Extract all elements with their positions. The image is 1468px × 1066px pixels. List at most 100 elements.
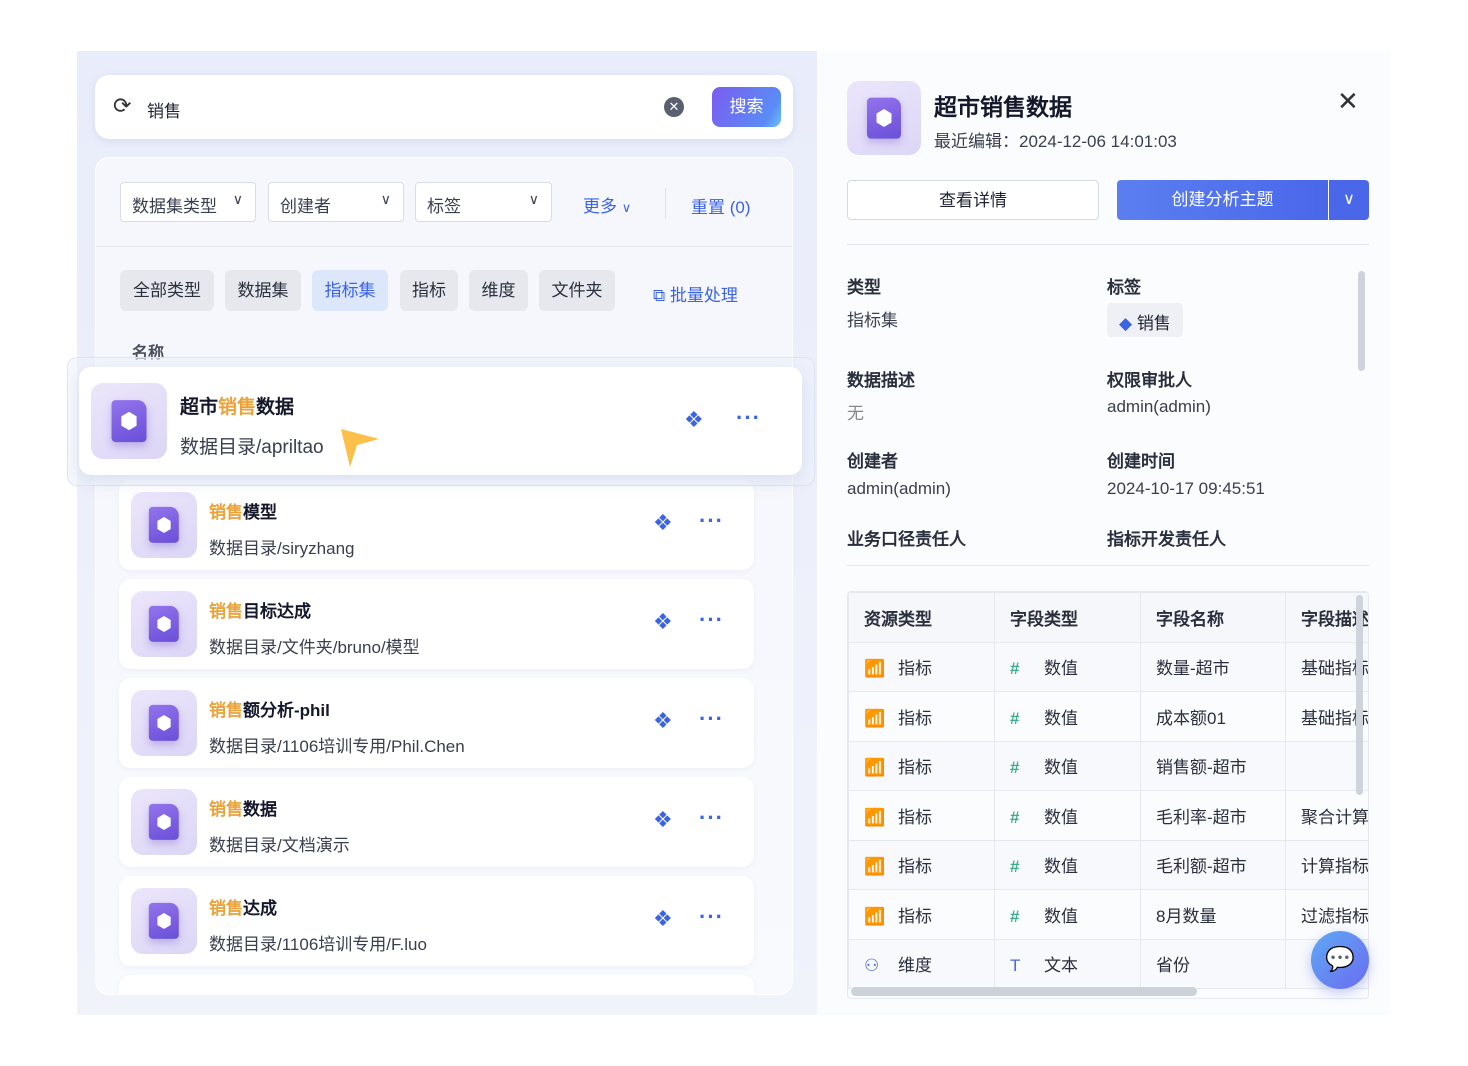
divider	[665, 188, 666, 218]
approver-label: 权限审批人	[1107, 371, 1192, 390]
table-row[interactable]: 📶 指标 # 数值 销售额-超市	[848, 740, 1368, 791]
create-topic-dropdown[interactable]: ∨	[1329, 180, 1369, 220]
table-row[interactable]: ⚇ 维度 T 文本 省份	[848, 938, 1368, 989]
analysis-icon[interactable]: ❖	[653, 906, 673, 932]
chip-dataset[interactable]: 数据集	[225, 270, 301, 311]
tag-select[interactable]: 标签 ∨	[415, 182, 552, 222]
item-title: 销售模型	[209, 503, 277, 522]
list-item[interactable]: 销售额分析-phil 数据目录/1106培训专用/Phil.Chen ❖ ···	[119, 678, 754, 768]
more-icon[interactable]: ···	[699, 607, 724, 633]
item-title: 销售达成	[209, 899, 277, 918]
more-icon[interactable]: ···	[699, 805, 724, 831]
number-icon: #	[1010, 857, 1020, 877]
chevron-down-icon: ∨	[528, 191, 539, 207]
search-button[interactable]: 搜索	[712, 87, 781, 127]
view-details-button[interactable]: 查看详情	[847, 180, 1099, 220]
type-value: 指标集	[847, 311, 898, 330]
list-item[interactable]: 销售数据 数据目录/文档演示 ❖ ···	[119, 777, 754, 867]
list-item[interactable]: 销售模型数据目录/siryzhang ❖ ···	[119, 480, 754, 570]
fields-table-container: 资源类型 字段类型 字段名称 字段描述 📶 指标 # 数值 数量-超市 基础指标 📶 指标 # 数值成…	[847, 591, 1369, 999]
batch-icon: ⧉	[653, 286, 666, 305]
chevron-down-icon: ∨	[232, 191, 243, 207]
table-row[interactable]: 📶 指标 # 数值 8月数量 过滤指标	[848, 889, 1368, 940]
chevron-down-icon: ∨	[621, 200, 632, 215]
analysis-icon[interactable]: ❖	[653, 807, 673, 833]
tag-badge: ◆ 销售	[1107, 303, 1183, 337]
clear-icon[interactable]: ✕	[664, 97, 684, 117]
created-label: 创建时间	[1107, 452, 1175, 471]
batch-process-button[interactable]: ⧉ 批量处理	[653, 281, 738, 306]
reset-button[interactable]: 重置 (0)	[691, 193, 751, 218]
analysis-icon[interactable]: ❖	[653, 510, 673, 536]
tag-label: 标签	[1107, 278, 1141, 297]
metric-chart-icon: 📶	[864, 659, 886, 679]
metric-set-icon	[91, 383, 167, 459]
item-path: 数据目录/1106培训专用/F.luo	[209, 935, 427, 954]
chip-metric-set[interactable]: 指标集	[312, 270, 388, 311]
col-resource-type: 资源类型	[848, 592, 995, 643]
item-title: 销售额分析-phil	[209, 701, 330, 720]
table-row[interactable]: 📶 指标 # 数值 毛利额-超市 计算指标	[848, 839, 1368, 890]
metric-chart-icon: 📶	[864, 857, 886, 877]
more-icon[interactable]: ···	[736, 405, 761, 431]
divider	[847, 565, 1369, 566]
metric-set-icon	[131, 888, 197, 954]
chevron-down-icon: ∨	[380, 191, 391, 207]
metric-chart-icon: 📶	[864, 758, 886, 778]
list-item-partial[interactable]	[119, 975, 754, 994]
item-path: 数据目录/siryzhang	[209, 539, 355, 558]
chevron-down-icon: ∨	[1343, 191, 1355, 208]
create-topic-button[interactable]: 创建分析主题	[1117, 180, 1328, 220]
search-input[interactable]: 销售	[147, 97, 181, 122]
metric-set-icon	[131, 690, 197, 756]
more-icon[interactable]: ···	[699, 706, 724, 732]
item-path: 数据目录/文件夹/bruno/模型	[209, 638, 420, 657]
analysis-icon[interactable]: ❖	[684, 407, 704, 433]
created-value: 2024-10-17 09:45:51	[1107, 479, 1265, 498]
dataset-type-select[interactable]: 数据集类型 ∨	[120, 182, 256, 222]
chip-metric[interactable]: 指标	[400, 270, 458, 311]
text-icon: T	[1010, 956, 1021, 976]
number-icon: #	[1010, 659, 1020, 679]
number-icon: #	[1010, 906, 1020, 926]
list-item-selected[interactable]: 超市销售数据 数据目录/apriltao ❖ ···	[79, 367, 802, 475]
creator-select[interactable]: 创建者 ∨	[268, 182, 404, 222]
search-bar: ⟳ 销售 ✕ 搜索	[95, 75, 793, 139]
cursor-pointer-icon	[341, 429, 379, 467]
chip-all-types[interactable]: 全部类型	[120, 270, 214, 311]
table-horizontal-scrollbar[interactable]	[851, 987, 1197, 996]
item-path: 数据目录/1106培训专用/Phil.Chen	[209, 737, 465, 756]
table-row[interactable]: 📶 指标 # 数值 数量-超市 基础指标	[848, 641, 1368, 692]
creator-label: 创建者	[847, 452, 898, 471]
more-icon[interactable]: ···	[699, 904, 724, 930]
metric-set-icon	[131, 591, 197, 657]
ai-search-icon: ⟳	[113, 93, 132, 118]
more-filters-button[interactable]: 更多 ∨	[583, 192, 631, 217]
more-label: 更多	[583, 197, 617, 216]
info-scrollbar[interactable]	[1358, 271, 1365, 371]
metric-chart-icon: 📶	[864, 906, 886, 926]
list-item[interactable]: 销售目标达成 数据目录/文件夹/bruno/模型 ❖ ···	[119, 579, 754, 669]
select-label: 数据集类型	[132, 197, 217, 216]
ai-chat-button[interactable]: 💬	[1311, 931, 1369, 989]
desc-label: 数据描述	[847, 371, 915, 390]
chip-folder[interactable]: 文件夹	[539, 270, 615, 311]
analysis-icon[interactable]: ❖	[653, 708, 673, 734]
list-item[interactable]: 销售达成数据目录/1106培训专用/F.luo ❖ ···	[119, 876, 754, 966]
item-path: 数据目录/文档演示	[209, 836, 350, 855]
table-row[interactable]: 📶 指标 # 数值 毛利率-超市 聚合计算	[848, 790, 1368, 841]
analysis-icon[interactable]: ❖	[653, 609, 673, 635]
number-icon: #	[1010, 708, 1020, 728]
type-label: 类型	[847, 278, 881, 297]
metric-set-icon	[131, 492, 197, 558]
more-icon[interactable]: ···	[699, 508, 724, 534]
table-vertical-scrollbar[interactable]	[1356, 595, 1363, 795]
last-edited: 最近编辑：2024-12-06 14:01:03	[934, 132, 1177, 151]
table-row[interactable]: 📶 指标 # 数值 成本额01 基础指标	[848, 691, 1368, 742]
metric-set-icon	[131, 789, 197, 855]
metric-set-icon	[847, 81, 921, 155]
divider	[96, 246, 792, 247]
close-icon[interactable]: ✕	[1337, 86, 1359, 117]
chat-icon: 💬	[1325, 946, 1355, 973]
chip-dimension[interactable]: 维度	[469, 270, 528, 311]
